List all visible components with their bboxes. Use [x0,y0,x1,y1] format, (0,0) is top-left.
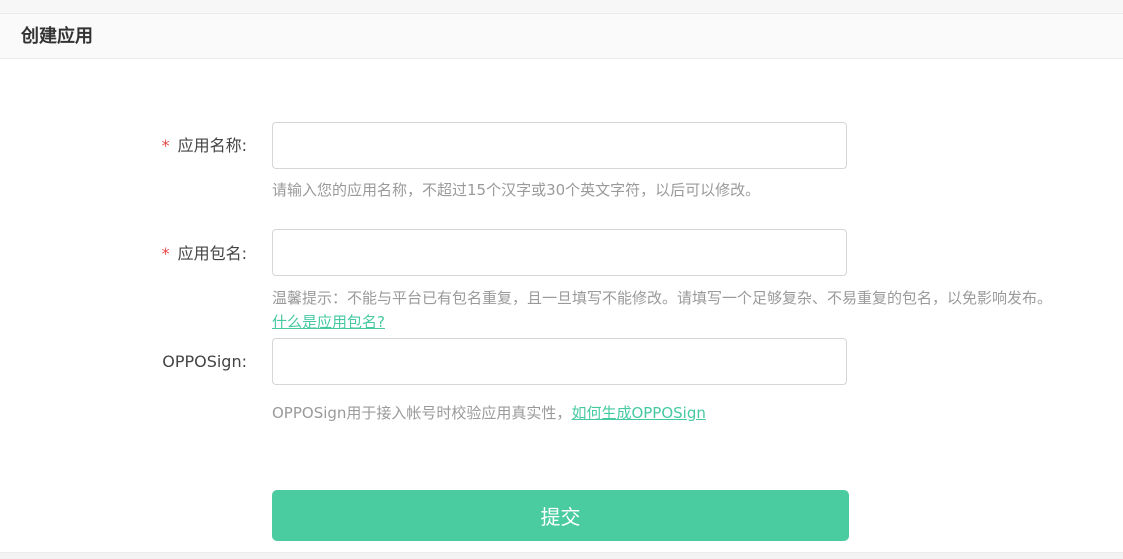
submit-button[interactable]: 提交 [272,490,849,541]
package-name-label: * 应用包名: [162,244,247,264]
package-name-input[interactable] [272,229,847,276]
app-name-input[interactable] [272,122,847,169]
app-name-label: * 应用名称: [162,136,247,156]
oppo-sign-input[interactable] [272,338,847,385]
oppo-sign-label: OPPOSign: [162,352,247,371]
what-is-package-name-link[interactable]: 什么是应用包名? [272,313,385,331]
app-name-hint: 请输入您的应用名称，不超过15个汉字或30个英文字符，以后可以修改。 [272,181,761,199]
package-name-label-text: 应用包名: [177,244,247,263]
page-title: 创建应用 [21,26,93,47]
page-header: 创建应用 [0,14,1123,59]
top-strip [0,0,1123,14]
app-name-label-text: 应用名称: [177,136,247,155]
package-name-hint: 温馨提示：不能与平台已有包名重复，且一旦填写不能修改。请填写一个足够复杂、不易重… [272,289,1053,307]
required-mark: * [161,136,170,155]
how-to-generate-oppo-sign-link[interactable]: 如何生成OPPOSign [571,404,705,422]
oppo-sign-hint: OPPOSign用于接入帐号时校验应用真实性，如何生成OPPOSign [272,404,706,422]
oppo-sign-hint-text: OPPOSign用于接入帐号时校验应用真实性， [272,404,572,422]
required-mark: * [161,244,170,263]
